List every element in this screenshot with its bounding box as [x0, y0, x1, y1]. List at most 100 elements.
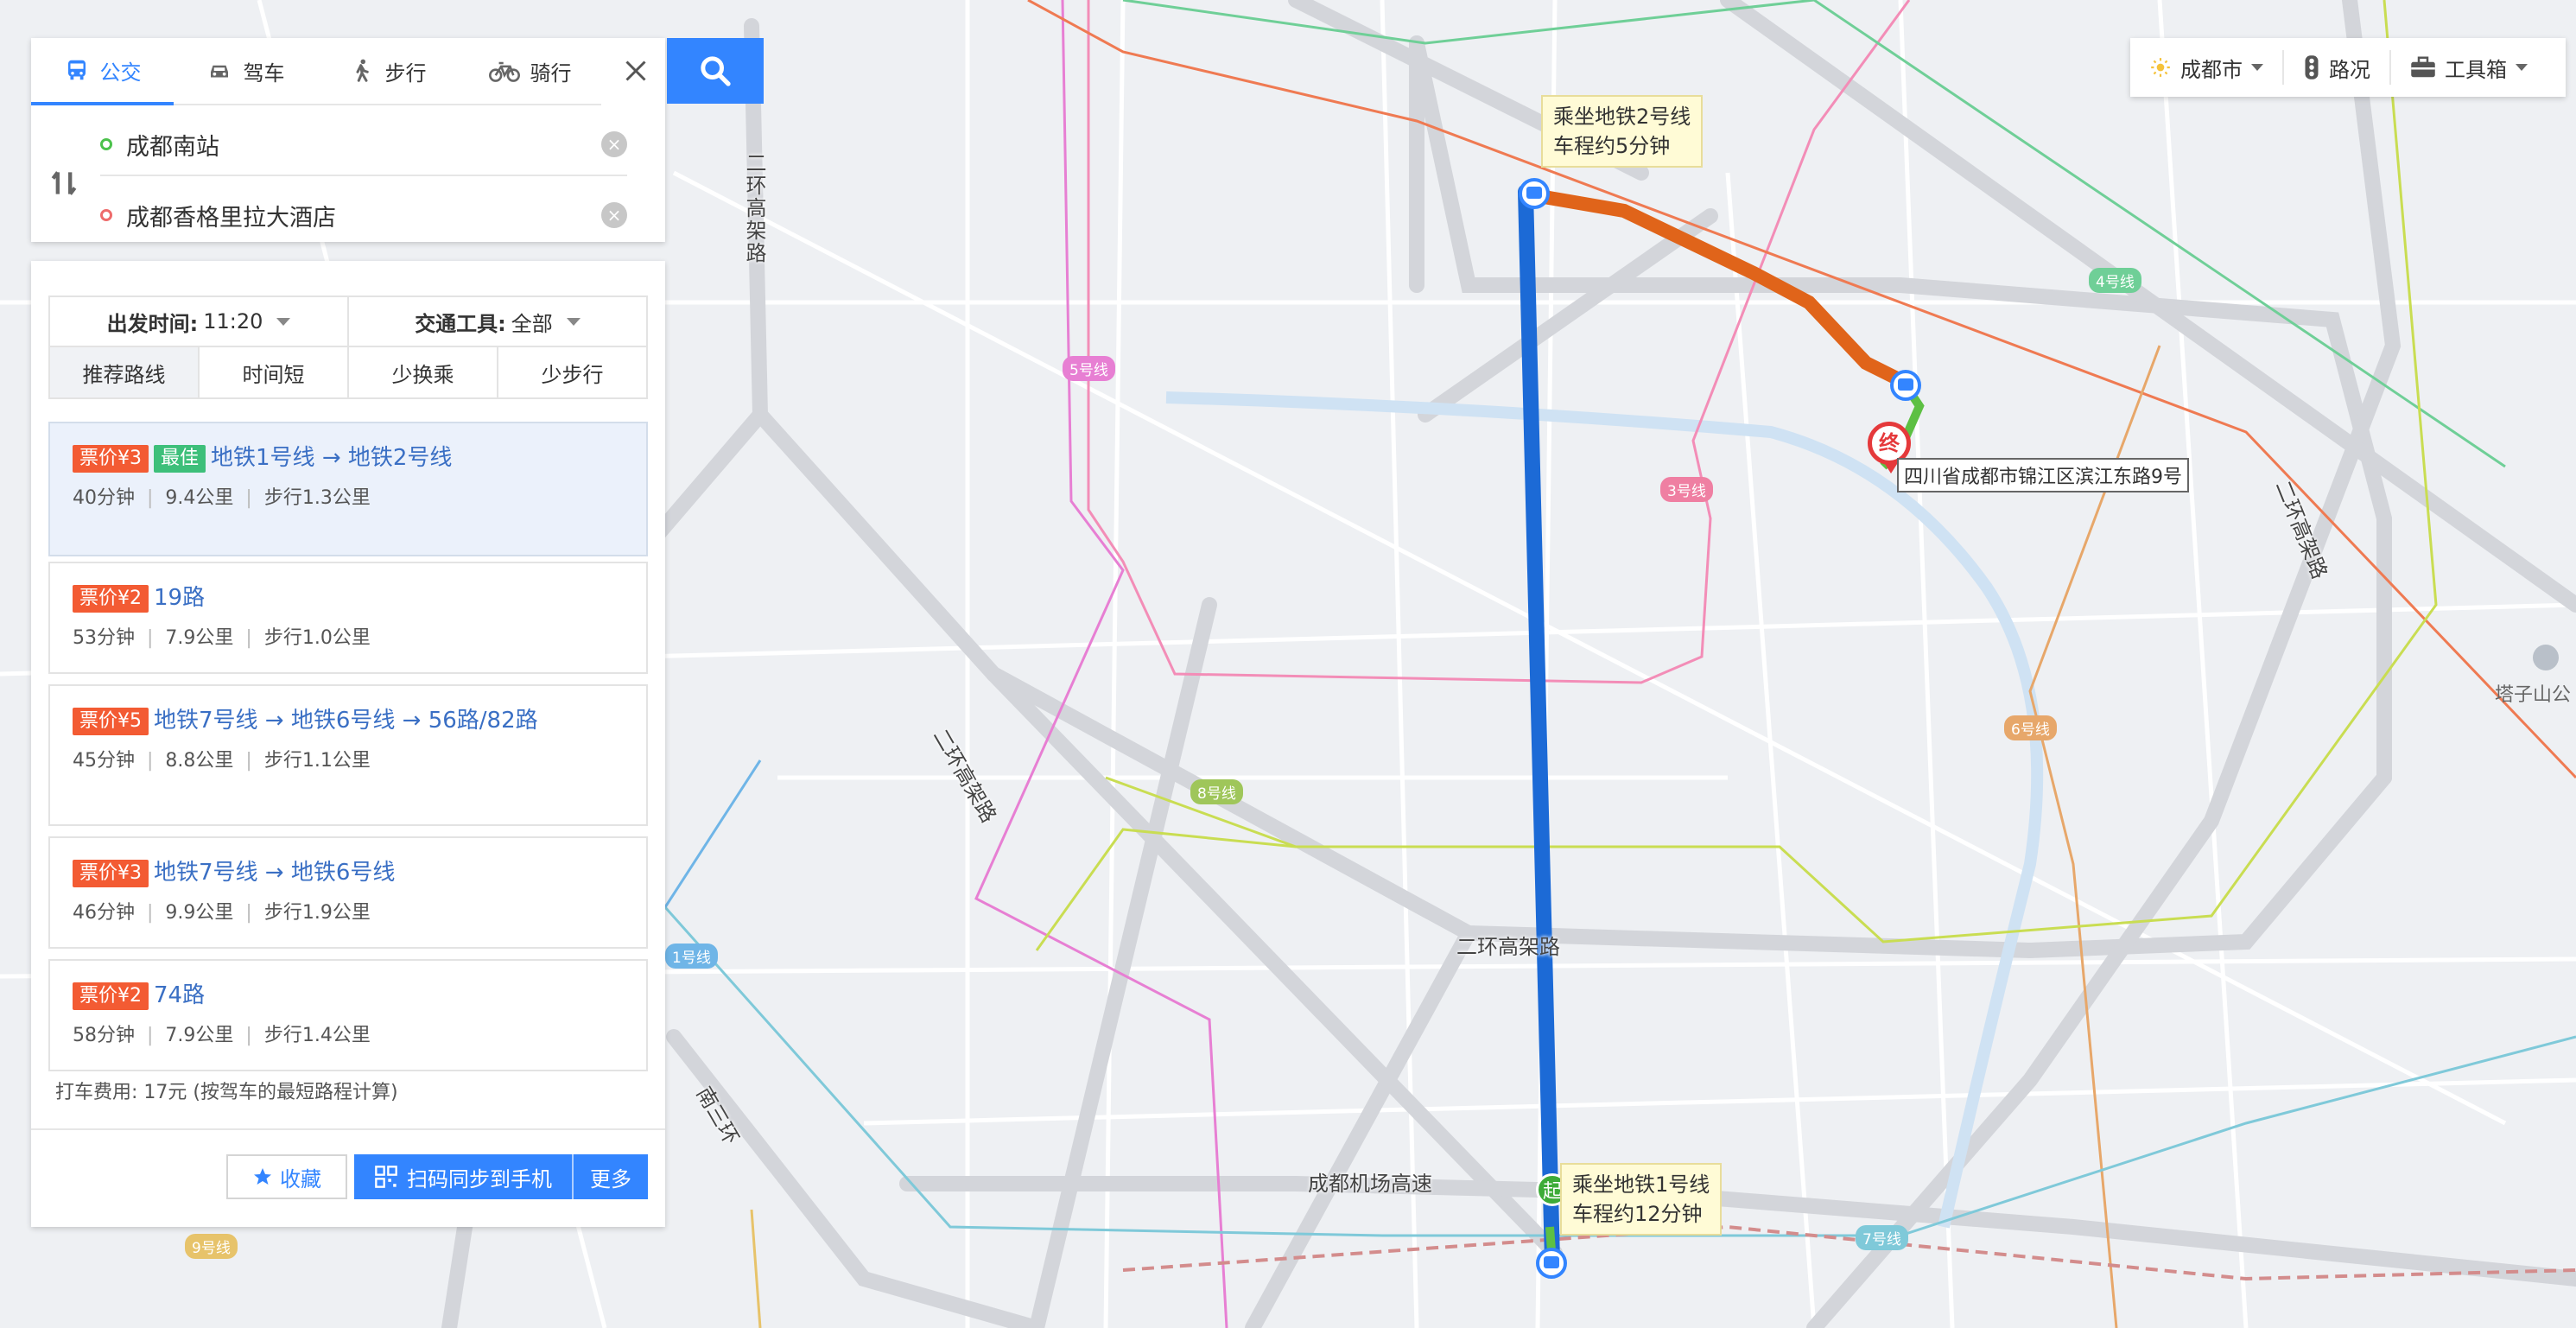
plan-title: 票价¥3 最佳 地铁1号线 → 地铁2号线 [73, 439, 624, 477]
walk-icon [356, 59, 369, 82]
metro-tag-line7: 7号线 [1856, 1225, 1908, 1250]
fare-badge: 票价¥2 [73, 584, 149, 613]
vehicle-select[interactable]: 交通工具: 全部 [347, 297, 646, 346]
best-badge: 最佳 [154, 444, 206, 473]
road-label-airport: 成都机场高速 [1308, 1172, 1432, 1196]
close-icon [625, 60, 646, 81]
route-search-panel: 公交 驾车 步行 骑行 成都南站 × 成都香格里拉大酒店 × [31, 38, 665, 242]
metro-tag-line6: 6号线 [2004, 715, 2057, 740]
filter-row: 出发时间: 11:20 交通工具: 全部 [48, 295, 648, 347]
sync-to-phone-button[interactable]: 扫码同步到手机 [354, 1154, 572, 1199]
tab-transit-label: 公交 [99, 60, 142, 85]
plan-distance: 8.8公里 [135, 750, 233, 772]
route-plan-5[interactable]: 票价¥274路 58分钟7.9公里步行1.4公里 [48, 959, 648, 1071]
favorite-label: 收藏 [280, 1166, 321, 1191]
depart-value: 11:20 [203, 309, 263, 334]
tab-drive-label: 驾车 [243, 60, 285, 86]
pref-less-walking[interactable]: 少步行 [497, 347, 646, 397]
tab-bike[interactable]: 骑行 [459, 38, 601, 104]
traffic-toggle[interactable]: 路况 [2282, 50, 2389, 85]
callout-line1-text: 乘坐地铁1号线 [1572, 1172, 1710, 1197]
start-field[interactable]: 成都南站 × [100, 114, 627, 176]
start-dot-icon [100, 138, 112, 150]
chevron-down-icon [566, 317, 581, 326]
callout-line2: 乘坐地铁2号线 车程约5分钟 [1541, 95, 1704, 168]
toolbox-menu[interactable]: 工具箱 [2389, 50, 2547, 85]
poi-pin-icon [2533, 645, 2559, 670]
bike-icon [488, 61, 520, 82]
chevron-down-icon [276, 317, 291, 326]
pref-fewer-transfers[interactable]: 少换乘 [347, 347, 497, 397]
plan-lines: 74路 [154, 982, 206, 1008]
plan-lines: 地铁7号线 → 地铁6号线 [154, 860, 396, 886]
tab-walk[interactable]: 步行 [316, 38, 459, 104]
route-plan-3[interactable]: 票价¥5地铁7号线 → 地铁6号线 → 56路/82路 45分钟8.8公里步行1… [48, 684, 648, 826]
plan-meta: 40分钟9.4公里步行1.3公里 [73, 482, 624, 510]
fare-badge: 票价¥2 [73, 982, 149, 1010]
swap-button[interactable] [48, 168, 79, 202]
pref-recommended[interactable]: 推荐路线 [50, 347, 198, 397]
station-marker-line1-start[interactable] [1536, 1248, 1567, 1279]
plan-walk: 步行1.4公里 [233, 1025, 370, 1046]
clear-start-button[interactable]: × [601, 131, 627, 157]
route-plan-2[interactable]: 票价¥219路 53分钟7.9公里步行1.0公里 [48, 562, 648, 674]
sun-icon [2151, 58, 2170, 77]
route-plan-1[interactable]: 票价¥3最佳地铁1号线 → 地铁2号线 40分钟9.4公里步行1.3公里 [48, 422, 648, 556]
tab-walk-label: 步行 [384, 60, 427, 86]
plan-meta: 53分钟7.9公里步行1.0公里 [73, 622, 624, 650]
fare-badge: 票价¥5 [73, 707, 149, 735]
plan-title: 票价¥2 74路 [73, 976, 624, 1014]
search-button[interactable] [667, 38, 764, 104]
metro-tag-line5: 5号线 [1063, 356, 1115, 381]
station-marker-line2-end[interactable] [1890, 370, 1921, 401]
search-icon [701, 56, 731, 86]
chevron-down-icon [2251, 64, 2263, 71]
panel-footer-divider [31, 1128, 665, 1130]
close-button[interactable] [608, 38, 663, 104]
toolbox-icon [2411, 56, 2435, 78]
metro-tag-line1: 1号线 [665, 944, 718, 969]
start-input[interactable]: 成都南站 [126, 128, 219, 162]
more-button[interactable]: 更多 [572, 1154, 648, 1199]
pref-shortest-time[interactable]: 时间短 [198, 347, 347, 397]
vehicle-label: 交通工具: [415, 311, 506, 336]
vehicle-value: 全部 [511, 311, 553, 336]
tab-transit[interactable]: 公交 [31, 38, 174, 105]
end-input[interactable]: 成都香格里拉大酒店 [126, 199, 336, 232]
road-label-ring2: 二环高架路 [1456, 935, 1560, 959]
plan-walk: 步行1.1公里 [233, 750, 370, 772]
plan-time: 40分钟 [73, 487, 135, 509]
tab-drive[interactable]: 驾车 [174, 38, 316, 104]
metro-tag-line3: 3号线 [1660, 477, 1713, 502]
end-dot-icon [100, 209, 112, 221]
station-marker-line2-start[interactable] [1519, 178, 1550, 209]
callout-line1-duration: 车程约12分钟 [1572, 1202, 1703, 1226]
plan-time: 53分钟 [73, 627, 135, 649]
destination-address: 四川省成都市锦江区滨江东路9号 [1897, 458, 2189, 492]
plan-distance: 7.9公里 [135, 627, 233, 649]
plan-meta: 46分钟9.9公里步行1.9公里 [73, 897, 624, 925]
depart-time-select[interactable]: 出发时间: 11:20 [50, 297, 347, 346]
plan-lines: 地铁7号线 → 地铁6号线 → 56路/82路 [154, 708, 538, 734]
traffic-light-icon [2305, 55, 2319, 79]
tab-bike-label: 骑行 [530, 60, 572, 86]
depart-label: 出发时间: [106, 311, 199, 336]
metro-tag-line9: 9号线 [185, 1234, 238, 1259]
city-selector[interactable]: 成都市 [2130, 50, 2282, 85]
plan-title: 票价¥5 地铁7号线 → 地铁6号线 → 56路/82路 [73, 702, 624, 740]
plan-lines: 19路 [154, 585, 206, 611]
metro-tag-line8: 8号线 [1190, 779, 1243, 804]
fare-badge: 票价¥3 [73, 444, 149, 473]
favorite-button[interactable]: 收藏 [226, 1154, 347, 1199]
plan-distance: 9.9公里 [135, 902, 233, 924]
plan-walk: 步行1.0公里 [233, 627, 370, 649]
poi-tazishan[interactable]: 塔子山公 [2495, 679, 2571, 707]
callout-line1: 乘坐地铁1号线 车程约12分钟 [1560, 1163, 1723, 1236]
qr-code-icon [375, 1166, 397, 1188]
end-field[interactable]: 成都香格里拉大酒店 × [100, 185, 627, 245]
clear-end-button[interactable]: × [601, 202, 627, 228]
preference-tabs: 推荐路线 时间短 少换乘 少步行 [48, 347, 648, 399]
car-icon [210, 65, 228, 78]
route-plan-4[interactable]: 票价¥3地铁7号线 → 地铁6号线 46分钟9.9公里步行1.9公里 [48, 836, 648, 949]
plan-time: 58分钟 [73, 1025, 135, 1046]
